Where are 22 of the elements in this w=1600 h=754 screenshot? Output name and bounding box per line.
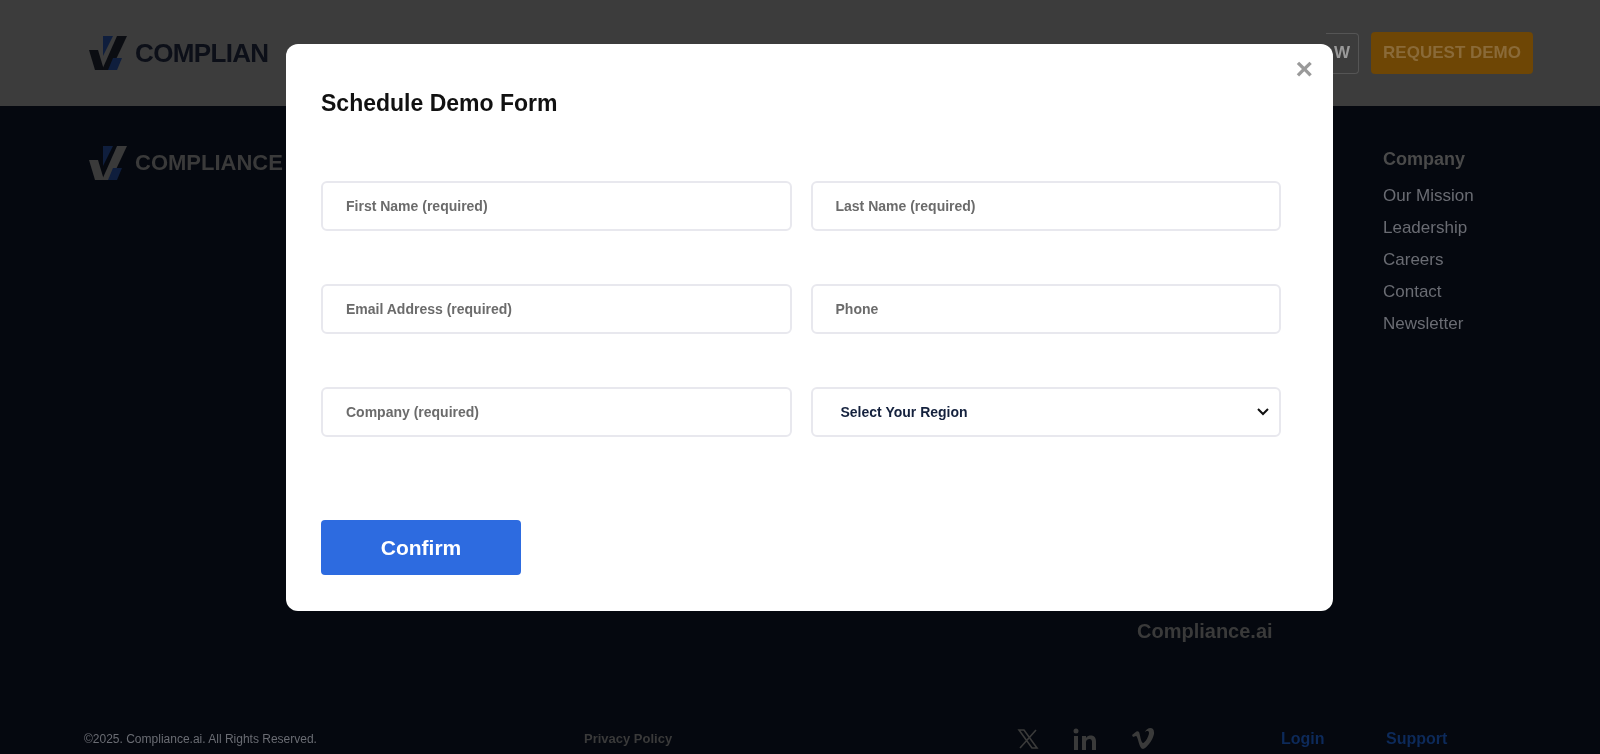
chevron-down-icon bbox=[1257, 408, 1269, 416]
linkedin-icon[interactable] bbox=[1073, 728, 1097, 750]
text-field[interactable]: Phone bbox=[810, 284, 1281, 334]
x-logo-icon[interactable] bbox=[1017, 728, 1039, 750]
text-field[interactable]: Last Name (required) bbox=[810, 181, 1281, 231]
close-button[interactable]: × bbox=[1295, 54, 1313, 84]
footer-link[interactable]: Contact bbox=[1383, 281, 1474, 303]
region-select[interactable]: Select Your Region bbox=[810, 387, 1281, 437]
text-field[interactable]: Company (required) bbox=[321, 387, 792, 437]
check-logo-icon bbox=[89, 36, 127, 70]
vimeo-icon[interactable] bbox=[1131, 728, 1155, 750]
footer-column-title: Company bbox=[1383, 148, 1466, 171]
footer-link[interactable]: Careers bbox=[1383, 249, 1474, 271]
footer-link[interactable]: Our Mission bbox=[1383, 185, 1474, 207]
footer-link[interactable]: Leadership bbox=[1383, 217, 1474, 239]
copyright-text: ©2025. Compliance.ai. All Rights Reserved. bbox=[84, 731, 318, 748]
text-field[interactable]: First Name (required) bbox=[321, 181, 792, 231]
check-logo-icon bbox=[89, 146, 127, 180]
text-field[interactable]: Email Address (required) bbox=[321, 284, 792, 334]
confirm-button[interactable]: Confirm bbox=[321, 520, 521, 575]
footer-link[interactable]: Newsletter bbox=[1383, 313, 1474, 335]
modal-title: Schedule Demo Form bbox=[321, 89, 559, 118]
